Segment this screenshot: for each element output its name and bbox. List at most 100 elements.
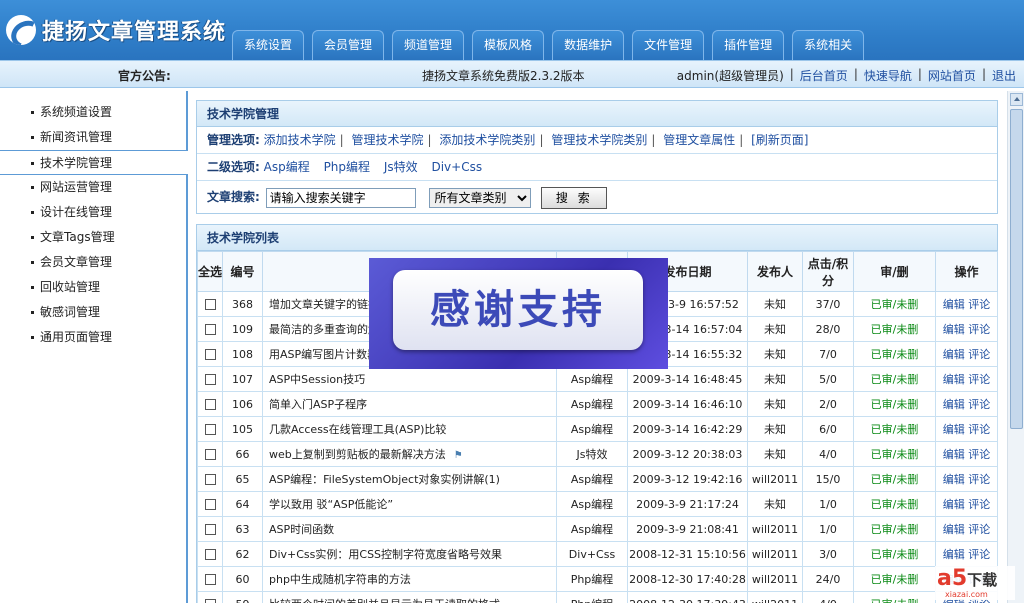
sidebar-item-system-channel[interactable]: 系统频道设置	[0, 100, 186, 125]
sidebar-item-site-operations[interactable]: 网站运营管理	[0, 175, 186, 200]
row-audit-status[interactable]: 已审/未删	[853, 591, 936, 603]
row-audit-status[interactable]: 已审/未删	[853, 341, 936, 367]
row-select-cell[interactable]	[197, 591, 223, 603]
sidebar-item-tech-academy[interactable]: 技术学院管理	[0, 150, 188, 175]
comment-link[interactable]: 评论	[968, 348, 990, 361]
sidebar-item-common-pages[interactable]: 通用页面管理	[0, 325, 186, 350]
row-audit-status[interactable]: 已审/未删	[853, 391, 936, 417]
row-audit-status[interactable]: 已审/未删	[853, 291, 936, 317]
search-button[interactable]: 搜 索	[541, 186, 608, 209]
row-title[interactable]: 比较两个时间的差别并且显示为易于读取的格式	[262, 591, 557, 603]
comment-link[interactable]: 评论	[968, 448, 990, 461]
comment-link[interactable]: 评论	[968, 298, 990, 311]
nav-tab-data-maintenance[interactable]: 数据维护	[552, 30, 625, 60]
row-title-text[interactable]: 比较两个时间的差别并且显示为易于读取的格式	[269, 598, 500, 603]
row-title-text[interactable]: 简单入门ASP子程序	[269, 398, 367, 411]
sub-option-php[interactable]: Php编程	[324, 160, 370, 174]
site-home-link[interactable]: 网站首页	[928, 67, 976, 84]
nav-tab-system-settings[interactable]: 系统设置	[232, 30, 305, 60]
edit-link[interactable]: 编辑	[943, 523, 965, 536]
row-audit-status[interactable]: 已审/未删	[853, 516, 936, 542]
edit-link[interactable]: 编辑	[943, 498, 965, 511]
row-audit-status[interactable]: 已审/未删	[853, 491, 936, 517]
row-audit-status-text[interactable]: 已审/未删	[871, 523, 919, 536]
row-audit-status-text[interactable]: 已审/未删	[871, 373, 919, 386]
row-title-text[interactable]: ASP中Session技巧	[269, 373, 365, 386]
sub-option-js[interactable]: Js特效	[384, 160, 418, 174]
row-title[interactable]: 几款Access在线管理工具(ASP)比较	[262, 416, 557, 442]
row-audit-status[interactable]: 已审/未删	[853, 441, 936, 467]
edit-link[interactable]: 编辑	[943, 473, 965, 486]
row-select-cell[interactable]	[197, 391, 223, 417]
quick-nav-link[interactable]: 快速导航	[864, 67, 912, 84]
row-audit-status[interactable]: 已审/未删	[853, 566, 936, 592]
row-audit-status[interactable]: 已审/未删	[853, 541, 936, 567]
app-logo[interactable]: 捷扬文章管理系统	[6, 10, 226, 50]
row-audit-status[interactable]: 已审/未删	[853, 416, 936, 442]
row-checkbox[interactable]	[204, 374, 216, 385]
edit-link[interactable]: 编辑	[943, 423, 965, 436]
logout-link[interactable]: 退出	[992, 67, 1016, 84]
edit-link[interactable]: 编辑	[943, 398, 965, 411]
row-title-text[interactable]: ASP时间函数	[269, 523, 334, 536]
row-checkbox[interactable]	[204, 399, 216, 410]
row-select-cell[interactable]	[197, 491, 223, 517]
row-checkbox[interactable]	[204, 324, 216, 335]
search-input[interactable]	[265, 187, 416, 208]
row-select-cell[interactable]	[197, 316, 223, 342]
row-audit-status[interactable]: 已审/未删	[853, 366, 936, 392]
row-title[interactable]: 简单入门ASP子程序	[262, 391, 557, 417]
row-audit-status-text[interactable]: 已审/未删	[871, 448, 919, 461]
add-academy-link[interactable]: 添加技术学院	[264, 133, 336, 147]
row-title-text[interactable]: web上复制到剪贴板的最新解决方法	[269, 448, 446, 461]
category-select[interactable]: 所有文章类别	[429, 187, 532, 208]
row-title-text[interactable]: ASP编程：FileSystemObject对象实例讲解(1)	[269, 473, 500, 486]
scroll-up-arrow-icon[interactable]	[1010, 93, 1023, 106]
sidebar-item-sensitive-words[interactable]: 敏感词管理	[0, 300, 186, 325]
manage-academy-link[interactable]: 管理技术学院	[352, 133, 424, 147]
row-title[interactable]: ASP编程：FileSystemObject对象实例讲解(1)	[262, 466, 557, 492]
row-select-cell[interactable]	[197, 366, 223, 392]
comment-link[interactable]: 评论	[968, 498, 990, 511]
row-checkbox[interactable]	[204, 549, 216, 560]
comment-link[interactable]: 评论	[968, 398, 990, 411]
row-title[interactable]: ASP时间函数	[262, 516, 557, 542]
row-title-text[interactable]: 几款Access在线管理工具(ASP)比较	[269, 423, 446, 436]
row-audit-status-text[interactable]: 已审/未删	[871, 548, 919, 561]
row-select-cell[interactable]	[197, 341, 223, 367]
row-audit-status-text[interactable]: 已审/未删	[871, 473, 919, 486]
nav-tab-member-management[interactable]: 会员管理	[312, 30, 385, 60]
add-category-link[interactable]: 添加技术学院类别	[439, 133, 535, 147]
row-audit-status-text[interactable]: 已审/未删	[871, 348, 919, 361]
row-audit-status-text[interactable]: 已审/未删	[871, 323, 919, 336]
sidebar-item-news[interactable]: 新闻资讯管理	[0, 125, 186, 150]
row-title-text[interactable]: php中生成随机字符串的方法	[269, 573, 411, 586]
nav-tab-channel-management[interactable]: 频道管理	[392, 30, 465, 60]
comment-link[interactable]: 评论	[968, 323, 990, 336]
row-audit-status-text[interactable]: 已审/未删	[871, 498, 919, 511]
row-checkbox[interactable]	[204, 424, 216, 435]
scrollbar-thumb[interactable]	[1010, 109, 1023, 429]
nav-tab-plugin-management[interactable]: 插件管理	[712, 30, 785, 60]
row-title-text[interactable]: 学以致用 驳“ASP低能论”	[269, 498, 393, 511]
row-audit-status-text[interactable]: 已审/未删	[871, 398, 919, 411]
comment-link[interactable]: 评论	[968, 473, 990, 486]
row-audit-status[interactable]: 已审/未删	[853, 316, 936, 342]
select-all-header[interactable]: 全选	[197, 251, 223, 292]
row-checkbox[interactable]	[204, 574, 216, 585]
row-checkbox[interactable]	[204, 449, 216, 460]
nav-tab-system-related[interactable]: 系统相关	[792, 30, 865, 60]
edit-link[interactable]: 编辑	[943, 323, 965, 336]
row-audit-status-text[interactable]: 已审/未删	[871, 573, 919, 586]
comment-link[interactable]: 评论	[968, 523, 990, 536]
row-select-cell[interactable]	[197, 441, 223, 467]
row-select-cell[interactable]	[197, 516, 223, 542]
sub-option-asp[interactable]: Asp编程	[264, 160, 310, 174]
row-title[interactable]: web上复制到剪贴板的最新解决方法 ⚑	[262, 441, 557, 467]
sidebar-item-article-tags[interactable]: 文章Tags管理	[0, 225, 186, 250]
row-checkbox[interactable]	[204, 474, 216, 485]
comment-link[interactable]: 评论	[968, 373, 990, 386]
manage-attributes-link[interactable]: 管理文章属性	[663, 133, 735, 147]
row-select-cell[interactable]	[197, 541, 223, 567]
nav-tab-file-management[interactable]: 文件管理	[632, 30, 705, 60]
